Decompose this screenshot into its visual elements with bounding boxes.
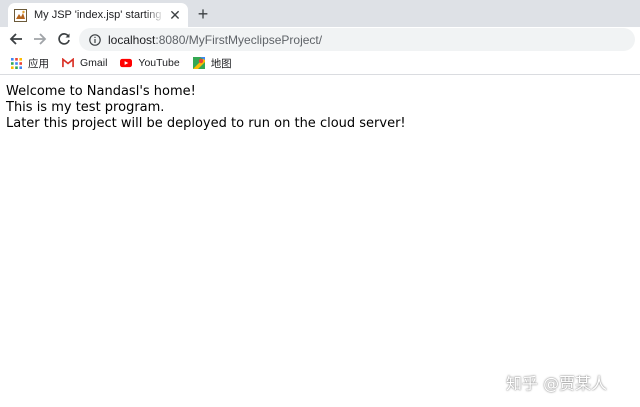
info-icon[interactable]: [89, 33, 101, 46]
bookmark-apps[interactable]: 应用: [10, 56, 49, 71]
reload-button[interactable]: [56, 31, 72, 47]
back-button[interactable]: [8, 31, 24, 47]
arrow-right-icon: [34, 33, 47, 45]
bookmark-label: 地图: [210, 57, 232, 70]
url-text[interactable]: localhost:8080/MyFirstMyeclipseProject/: [108, 33, 322, 47]
page-content: Welcome to Nandasl's home! This is my te…: [6, 84, 626, 132]
gmail-icon: [62, 57, 74, 69]
browser-toolbar: localhost:8080/MyFirstMyeclipseProject/: [0, 27, 640, 52]
zhihu-watermark: 知乎 @贾某人: [506, 374, 608, 393]
tab-strip: My JSP 'index.jsp' starting page ✕ +: [0, 0, 640, 27]
bookmark-label: Gmail: [80, 57, 108, 69]
youtube-icon: [120, 57, 133, 69]
tab-title: My JSP 'index.jsp' starting page: [34, 9, 164, 21]
apps-grid-icon: [10, 57, 22, 69]
bookmark-label: YouTube: [138, 57, 180, 69]
tab-close-icon[interactable]: ✕: [168, 8, 182, 22]
welcome-line: Welcome to Nandasl's home!: [6, 84, 196, 99]
bookmarks-bar: 应用 Gmail YouTube 地图: [0, 52, 640, 75]
url-path: :8080/MyFirstMyeclipseProject/: [155, 32, 323, 47]
arrow-left-icon: [9, 33, 22, 45]
maps-icon: [192, 57, 205, 69]
forward-button[interactable]: [32, 31, 48, 47]
reload-icon: [58, 33, 70, 45]
new-tab-button[interactable]: +: [194, 5, 212, 23]
bookmark-maps[interactable]: 地图: [192, 56, 232, 71]
bookmark-label: 应用: [28, 57, 49, 70]
bookmark-youtube[interactable]: YouTube: [120, 57, 180, 69]
active-tab[interactable]: My JSP 'index.jsp' starting page ✕: [8, 3, 188, 27]
url-host: localhost: [108, 32, 156, 47]
address-bar[interactable]: localhost:8080/MyFirstMyeclipseProject/: [79, 28, 635, 51]
jsp-favicon-icon: [14, 8, 27, 22]
deploy-note-line: Later this project will be deployed to r…: [6, 116, 406, 131]
bookmark-gmail[interactable]: Gmail: [62, 57, 107, 69]
test-program-line: This is my test program.: [6, 100, 165, 115]
